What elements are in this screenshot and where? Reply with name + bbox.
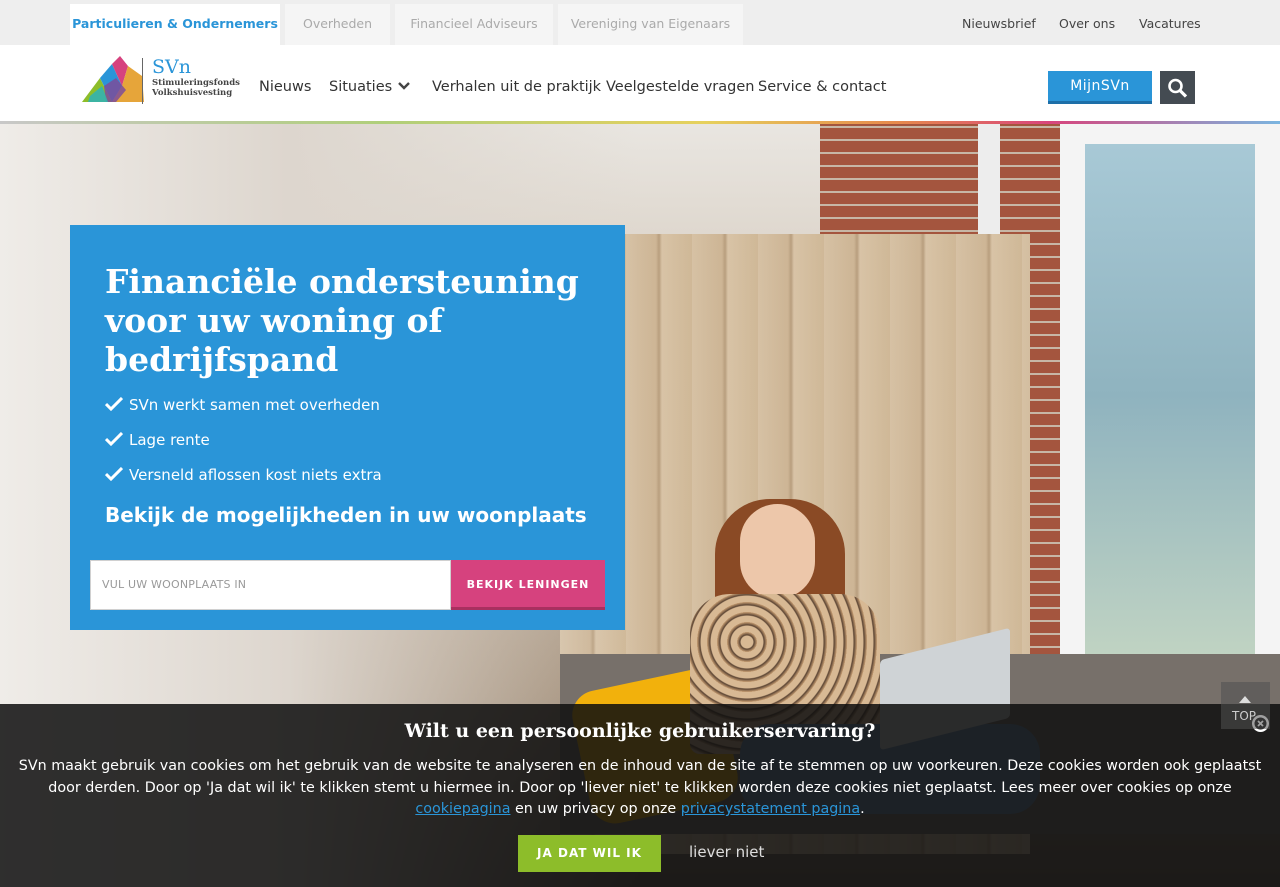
cookie-text-part1: SVn maakt gebruik van cookies om het geb… bbox=[18, 758, 1262, 796]
svn-logo[interactable]: SVn Stimuleringsfonds Volkshuisvesting bbox=[82, 56, 242, 108]
decline-cookies-link[interactable]: liever niet bbox=[689, 843, 764, 861]
mijnsvn-button[interactable]: MijnSVn bbox=[1048, 71, 1152, 104]
cookie-text-part2: en uw privacy op onze bbox=[510, 801, 681, 817]
tab-particulieren[interactable]: Particulieren & Ondernemers bbox=[70, 4, 280, 45]
nav-veelgestelde-vragen[interactable]: Veelgestelde vragen bbox=[606, 45, 754, 123]
logo-divider bbox=[142, 58, 143, 104]
nav-verhalen[interactable]: Verhalen uit de praktijk bbox=[432, 45, 601, 123]
privacystatement-link[interactable]: privacystatement pagina bbox=[681, 801, 860, 817]
woman-face bbox=[740, 504, 815, 599]
cookiepagina-link[interactable]: cookiepagina bbox=[415, 801, 510, 817]
nieuwsbrief-link[interactable]: Nieuwsbrief bbox=[962, 0, 1036, 45]
promo-bullet-text: Lage rente bbox=[129, 431, 210, 449]
tab-vereniging-van-eigenaars[interactable]: Vereniging van Eigenaars bbox=[558, 4, 743, 45]
bekijk-leningen-button[interactable]: BEKIJK LENINGEN bbox=[451, 560, 605, 610]
promo-subtitle: Bekijk de mogelijkheden in uw woonplaats bbox=[105, 503, 587, 527]
over-ons-link[interactable]: Over ons bbox=[1059, 0, 1115, 45]
nav-service-contact[interactable]: Service & contact bbox=[758, 45, 886, 123]
tab-financieel-adviseurs[interactable]: Financieel Adviseurs bbox=[395, 4, 553, 45]
accept-cookies-button[interactable]: JA DAT WIL IK bbox=[518, 835, 661, 872]
cookie-text-part3: . bbox=[860, 801, 865, 817]
chevron-up-icon bbox=[1239, 696, 1251, 703]
promo-title: Financiële ondersteuning voor uw woning … bbox=[105, 262, 579, 379]
promo-bullet-text: Versneld aflossen kost niets extra bbox=[129, 466, 382, 484]
window-glass bbox=[1085, 144, 1255, 704]
nav-nieuws[interactable]: Nieuws bbox=[259, 45, 311, 123]
logo-name: SVn bbox=[152, 56, 191, 78]
woonplaats-input[interactable]: VUL UW WOONPLAATS IN bbox=[90, 560, 451, 610]
search-icon bbox=[1168, 78, 1188, 98]
search-button[interactable] bbox=[1160, 71, 1195, 104]
logo-line1: Stimuleringsfonds bbox=[152, 78, 240, 88]
audience-bar: Particulieren & Ondernemers Overheden Fi… bbox=[0, 0, 1280, 45]
top-label: TOP bbox=[1232, 709, 1257, 723]
check-icon bbox=[105, 467, 123, 481]
nav-situaties[interactable]: Situaties bbox=[329, 45, 392, 123]
cookie-bar: Wilt u een persoonlijke gebruikerservari… bbox=[0, 704, 1280, 887]
cookie-title: Wilt u een persoonlijke gebruikerservari… bbox=[404, 720, 876, 742]
promo-bullet-text: SVn werkt samen met overheden bbox=[129, 396, 380, 414]
logo-mark-icon bbox=[82, 56, 144, 102]
check-icon bbox=[105, 397, 123, 411]
tab-overheden[interactable]: Overheden bbox=[285, 4, 390, 45]
check-icon bbox=[105, 432, 123, 446]
vacatures-link[interactable]: Vacatures bbox=[1139, 0, 1201, 45]
logo-line2: Volkshuisvesting bbox=[152, 88, 233, 98]
back-to-top-button[interactable]: TOP bbox=[1221, 682, 1270, 729]
logo-text: SVn Stimuleringsfonds Volkshuisvesting bbox=[152, 56, 240, 98]
cookie-text: SVn maakt gebruik van cookies om het geb… bbox=[10, 756, 1270, 821]
promo-box: Financiële ondersteuning voor uw woning … bbox=[70, 225, 625, 630]
chevron-down-icon[interactable] bbox=[398, 80, 410, 92]
